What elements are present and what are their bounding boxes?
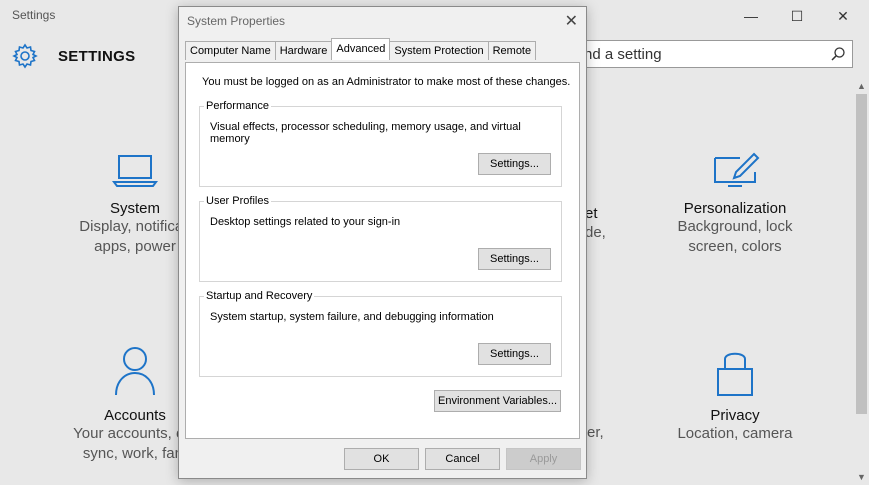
tile-personalization-name: Personalization: [683, 200, 787, 217]
environment-variables-button[interactable]: Environment Variables...: [434, 390, 561, 412]
search-icon[interactable]: [830, 46, 846, 62]
settings-header: SETTINGS: [12, 40, 135, 72]
minimize-button[interactable]: —: [728, 0, 774, 32]
user-profiles-group: User Profiles Desktop settings related t…: [199, 195, 562, 282]
startup-recovery-desc: System startup, system failure, and debu…: [210, 311, 494, 323]
performance-group: Performance Visual effects, processor sc…: [199, 100, 562, 187]
tab-computer-name[interactable]: Computer Name: [185, 41, 276, 60]
tab-remote[interactable]: Remote: [487, 41, 537, 60]
window-title: Settings: [12, 8, 56, 22]
tile-privacy[interactable]: Privacy Location, camera: [650, 345, 820, 444]
performance-desc: Visual effects, processor scheduling, me…: [210, 121, 521, 145]
lock-icon: [717, 352, 753, 396]
search-placeholder: nd a setting: [584, 46, 662, 63]
performance-label: Performance: [204, 100, 271, 112]
tile-time-desc: er,: [587, 424, 604, 441]
dialog-title: System Properties: [187, 14, 286, 28]
startup-recovery-settings-button[interactable]: Settings...: [478, 343, 551, 365]
advanced-panel: You must be logged on as an Administrato…: [185, 62, 580, 439]
tile-personalization-desc-1: Background, lock: [677, 218, 793, 235]
tab-system-protection[interactable]: System Protection: [389, 41, 489, 60]
scroll-down-icon[interactable]: ▼: [857, 472, 866, 482]
tab-hardware[interactable]: Hardware: [274, 41, 333, 60]
user-profiles-label: User Profiles: [204, 195, 271, 207]
settings-heading: SETTINGS: [58, 47, 136, 65]
scroll-up-icon[interactable]: ▲: [857, 81, 866, 91]
system-properties-dialog: System Properties ✕ Computer Name Hardwa…: [178, 6, 587, 479]
tab-advanced[interactable]: Advanced: [331, 38, 391, 60]
maximize-button[interactable]: ☐: [774, 0, 820, 32]
tile-privacy-desc-1: Location, camera: [677, 425, 793, 442]
startup-recovery-group: Startup and Recovery System startup, sys…: [199, 290, 562, 377]
tile-personalization-desc-2: screen, colors: [688, 238, 782, 255]
dialog-close-icon[interactable]: ✕: [565, 11, 578, 31]
cancel-button[interactable]: Cancel: [425, 448, 500, 470]
apply-button[interactable]: Apply: [506, 448, 581, 470]
tab-strip: Computer Name Hardware Advanced System P…: [185, 38, 537, 61]
user-profiles-desc: Desktop settings related to your sign-in: [210, 216, 401, 228]
tile-network-desc: de,: [585, 224, 606, 241]
tile-personalization[interactable]: Personalization Background, lock screen,…: [650, 150, 820, 257]
startup-recovery-label: Startup and Recovery: [204, 290, 315, 302]
gear-icon: [12, 43, 38, 69]
tile-network[interactable]: et de,: [585, 205, 606, 243]
close-button[interactable]: ✕: [820, 0, 866, 32]
ok-button[interactable]: OK: [344, 448, 419, 470]
tile-privacy-name: Privacy: [710, 407, 760, 424]
search-input[interactable]: nd a setting: [555, 40, 853, 68]
person-icon: [115, 347, 155, 396]
paintbrush-icon: [714, 152, 760, 187]
scrollbar-thumb[interactable]: [856, 94, 867, 414]
scrollbar[interactable]: ▲ ▼: [854, 78, 869, 485]
tile-network-name: et: [585, 205, 598, 222]
performance-settings-button[interactable]: Settings...: [478, 153, 551, 175]
user-profiles-settings-button[interactable]: Settings...: [478, 248, 551, 270]
laptop-icon: [112, 155, 158, 187]
admin-note: You must be logged on as an Administrato…: [202, 76, 571, 88]
